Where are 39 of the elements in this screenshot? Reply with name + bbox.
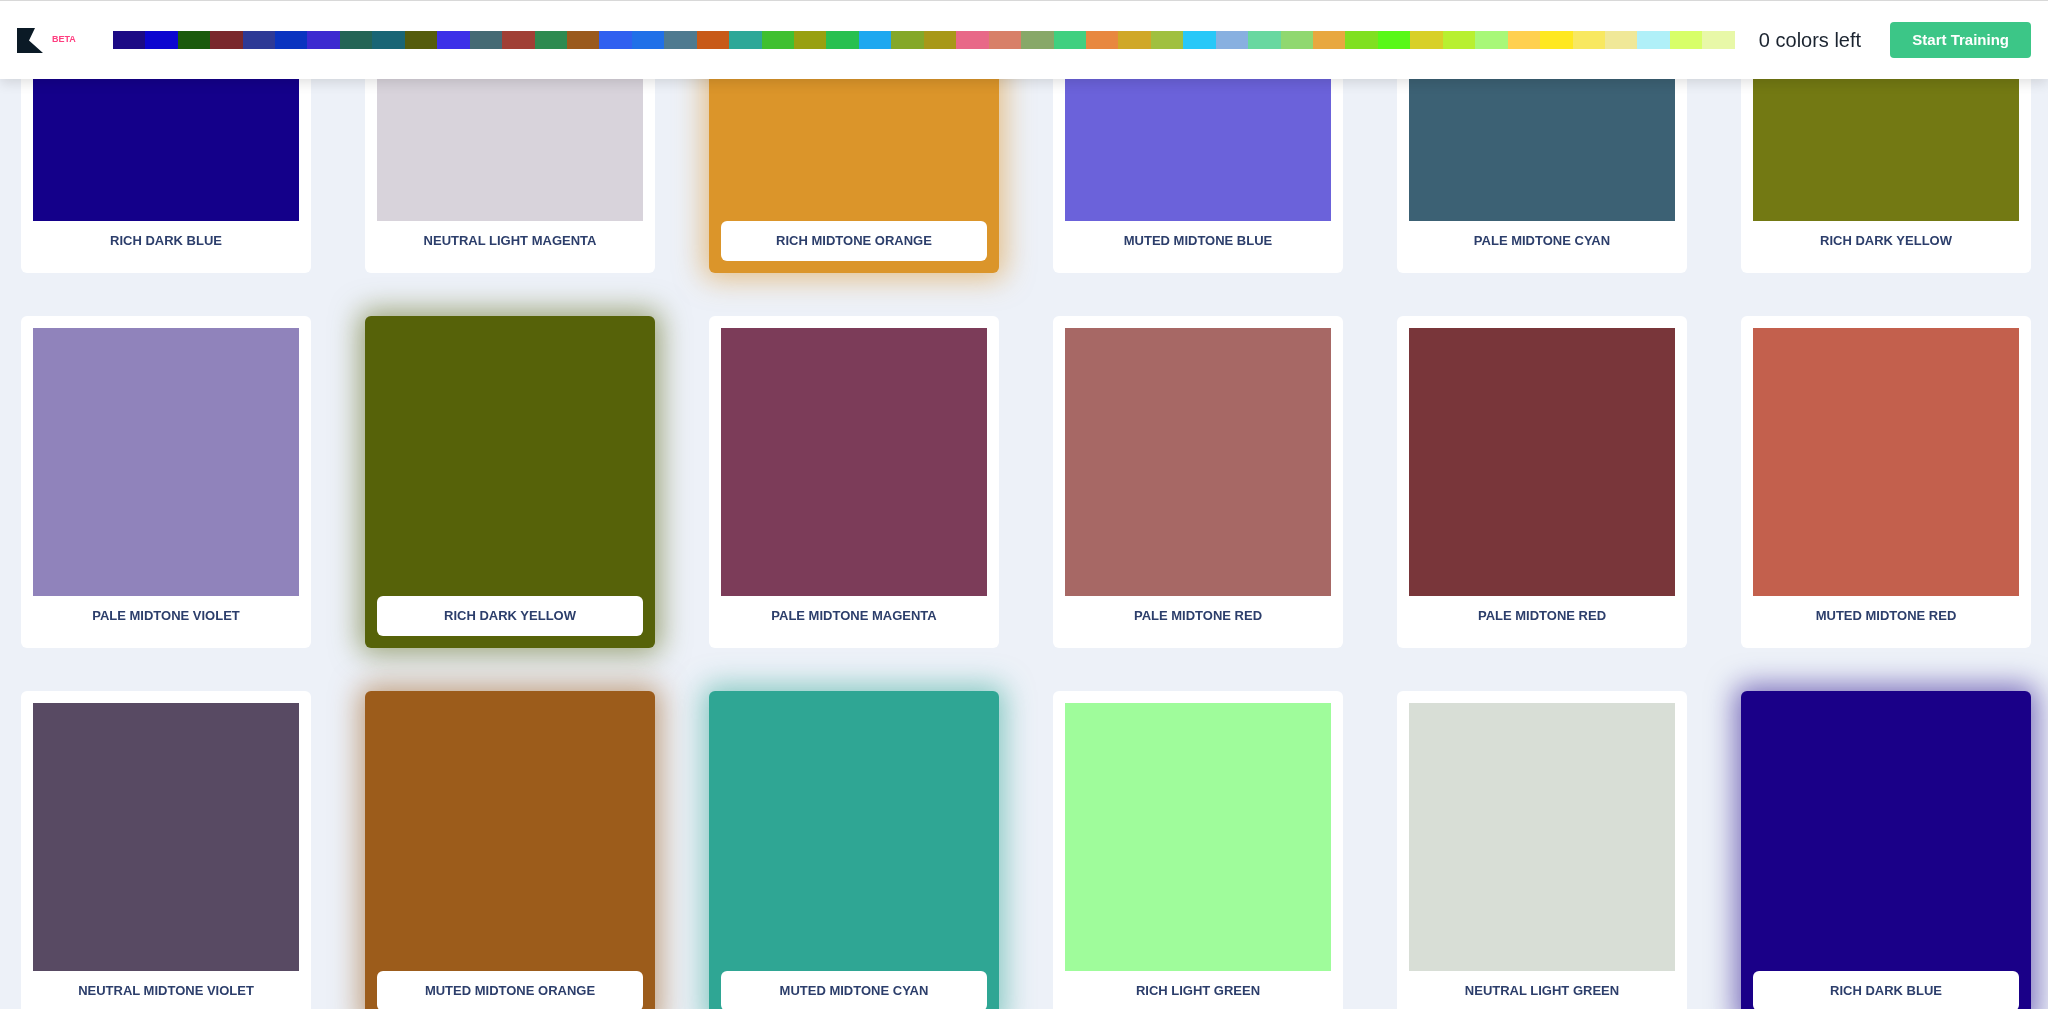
- color-name: RICH DARK YELLOW: [1820, 232, 1952, 251]
- color-name: PALE MIDTONE MAGENTA: [771, 607, 937, 626]
- selected-color-card[interactable]: RICH DARK BLUE: [1741, 691, 2031, 1009]
- color-card[interactable]: PALE MIDTONE RED: [1053, 316, 1343, 648]
- color-card[interactable]: MUTED MIDTONE RED: [1741, 316, 2031, 648]
- selected-color-card[interactable]: RICH DARK YELLOW: [365, 316, 655, 648]
- color-card[interactable]: NEUTRAL MIDTONE VIOLET: [21, 691, 311, 1009]
- color-card[interactable]: NEUTRAL LIGHT GREEN: [1397, 691, 1687, 1009]
- color-card[interactable]: PALE MIDTONE RED: [1397, 316, 1687, 648]
- color-name: PALE MIDTONE CYAN: [1473, 232, 1611, 251]
- color-name: MUTED MIDTONE ORANGE: [424, 982, 596, 1001]
- color-name: MUTED MIDTONE CYAN: [779, 982, 929, 1001]
- color-name: RICH DARK YELLOW: [444, 607, 576, 626]
- color-card[interactable]: NEUTRAL LIGHT MAGENTA: [365, 79, 655, 273]
- color-card[interactable]: PALE MIDTONE CYAN: [1397, 79, 1687, 273]
- color-card[interactable]: PALE MIDTONE MAGENTA: [709, 316, 999, 648]
- color-card[interactable]: RICH DARK BLUE: [21, 79, 311, 273]
- color-name: RICH MIDTONE ORANGE: [776, 232, 932, 251]
- colors-left-count: 0 colors left: [1758, 28, 1862, 53]
- selected-color-card[interactable]: RICH MIDTONE ORANGE: [709, 79, 999, 273]
- color-name: NEUTRAL LIGHT MAGENTA: [423, 232, 597, 251]
- color-name: PALE MIDTONE RED: [1477, 607, 1607, 626]
- color-name: MUTED MIDTONE BLUE: [1123, 232, 1273, 251]
- logo-icon: [17, 27, 43, 53]
- color-card[interactable]: RICH LIGHT GREEN: [1053, 691, 1343, 1009]
- color-name: PALE MIDTONE VIOLET: [92, 607, 240, 626]
- color-name: MUTED MIDTONE RED: [1815, 607, 1957, 626]
- color-name: RICH DARK BLUE: [1830, 982, 1942, 1001]
- color-card[interactable]: MUTED MIDTONE BLUE: [1053, 79, 1343, 273]
- color-name: NEUTRAL MIDTONE VIOLET: [78, 982, 254, 1001]
- color-card[interactable]: PALE MIDTONE VIOLET: [21, 316, 311, 648]
- color-name: RICH DARK BLUE: [110, 232, 222, 251]
- color-name: PALE MIDTONE RED: [1133, 607, 1263, 626]
- selected-color-card[interactable]: MUTED MIDTONE CYAN: [709, 691, 999, 1009]
- beta-label: BETA: [52, 33, 76, 47]
- selected-color-card[interactable]: MUTED MIDTONE ORANGE: [365, 691, 655, 1009]
- color-card[interactable]: RICH DARK YELLOW: [1741, 79, 2031, 273]
- color-name: NEUTRAL LIGHT GREEN: [1464, 982, 1620, 1001]
- color-name: RICH LIGHT GREEN: [1135, 982, 1261, 1001]
